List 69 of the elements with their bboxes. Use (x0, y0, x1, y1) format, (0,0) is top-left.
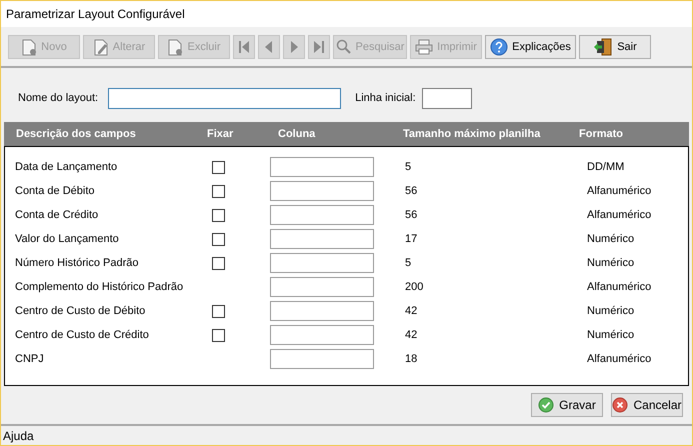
fix-checkbox[interactable] (212, 208, 225, 222)
fix-checkbox[interactable] (212, 232, 225, 246)
fix-checkbox[interactable] (212, 184, 225, 198)
format-cell-text: Alfanumérico (587, 280, 652, 295)
fix-checkbox[interactable] (212, 160, 225, 174)
max-size-cell-text: 5 (405, 160, 412, 175)
toolbar-button[interactable]: Sair (579, 35, 651, 59)
field-description: Data de Lançamento (15, 160, 118, 175)
field-description: CNPJ (15, 352, 45, 367)
column-header: Fixar (206, 126, 234, 142)
max-size-cell-text: 5 (405, 256, 412, 271)
format-cell-text: Numérico (587, 232, 634, 247)
cancel-icon (612, 397, 628, 413)
column-header: Coluna (277, 126, 316, 142)
max-size-cell-text: 200 (405, 280, 424, 295)
save-button[interactable]: Gravar (531, 393, 603, 417)
format-cell-text: Numérico (587, 256, 634, 271)
start-line-field[interactable] (422, 88, 472, 109)
max-size-cell-text: 17 (405, 232, 418, 247)
column-field[interactable] (270, 229, 374, 249)
column-header: Tamanho máximo planilha (403, 126, 542, 142)
search-icon (336, 39, 352, 55)
field-label: Nome do layout: (18, 91, 98, 106)
max-size-cell-text: 18 (405, 352, 418, 367)
document-icon (21, 38, 38, 56)
column-header: Descrição dos campos (15, 126, 137, 142)
field-description: Número Histórico Padrão (15, 256, 140, 271)
column-field[interactable] (270, 325, 374, 345)
max-size-cell-text: 56 (405, 184, 418, 199)
field-description: Centro de Custo de Crédito (15, 328, 150, 343)
format-cell-text: Alfanumérico (587, 184, 652, 199)
door-icon (593, 38, 614, 56)
status-text: Ajuda (3, 428, 34, 444)
fix-checkbox[interactable] (212, 304, 225, 318)
check-icon (538, 397, 554, 413)
max-size-cell-text: 42 (405, 328, 418, 343)
format-cell-text: Numérico (587, 328, 634, 343)
column-field[interactable] (270, 277, 374, 297)
window-title: Parametrizar Layout Configurável (6, 6, 185, 23)
last-icon (311, 39, 327, 55)
toolbar-button[interactable]: Explicações (485, 35, 576, 59)
column-field[interactable] (270, 157, 374, 177)
cancel-button[interactable]: Cancelar (611, 393, 683, 417)
format-cell-text: Alfanumérico (587, 352, 652, 367)
help-icon (490, 38, 508, 56)
field-description: Centro de Custo de Débito (15, 304, 146, 319)
document-icon (167, 38, 184, 56)
field-description: Complemento do Histórico Padrão (15, 280, 184, 295)
field-label: Linha inicial: (355, 91, 416, 106)
format-cell-text: DD/MM (587, 160, 624, 175)
column-field[interactable] (270, 301, 374, 321)
fix-checkbox[interactable] (212, 328, 225, 342)
field-description: Conta de Débito (15, 184, 96, 199)
pencil-document-icon (92, 38, 109, 56)
column-header: Formato (579, 126, 623, 142)
layout-name-field[interactable] (108, 88, 342, 109)
field-description: Conta de Crédito (15, 208, 100, 223)
format-cell-text: Alfanumérico (587, 208, 652, 223)
column-field[interactable] (270, 253, 374, 273)
fix-checkbox[interactable] (212, 256, 225, 270)
format-cell-text: Numérico (587, 304, 634, 319)
max-size-cell-text: 56 (405, 208, 418, 223)
column-field[interactable] (270, 181, 374, 201)
max-size-cell-text: 42 (405, 304, 418, 319)
field-description: Valor do Lançamento (15, 232, 120, 247)
printer-icon (415, 39, 434, 55)
column-field[interactable] (270, 349, 374, 369)
column-field[interactable] (270, 205, 374, 225)
first-icon (236, 39, 252, 55)
